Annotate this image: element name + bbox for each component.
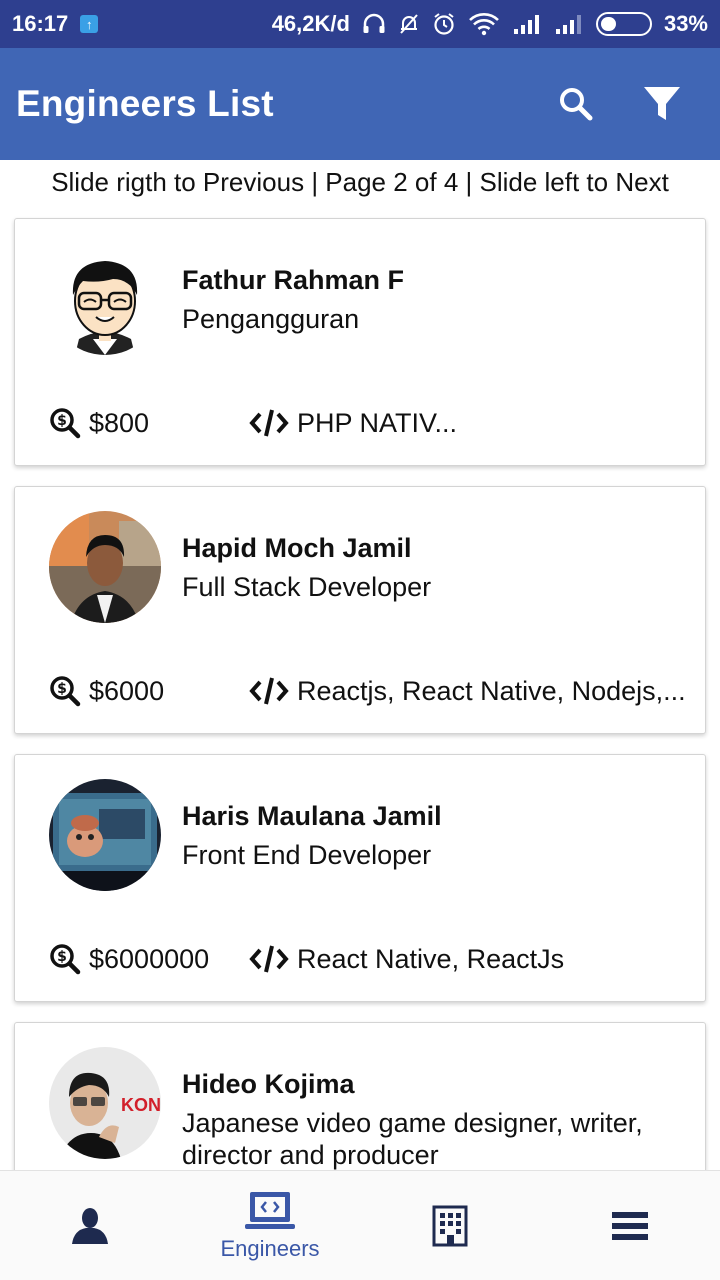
engineer-skills: Reactjs, React Native, Nodejs,... bbox=[297, 675, 686, 706]
engineer-meta: $ $800 PHP NATIV... bbox=[49, 407, 457, 439]
company-icon bbox=[432, 1205, 468, 1246]
battery-percent: 33% bbox=[663, 11, 708, 36]
signal-icon bbox=[512, 13, 542, 35]
search-icon bbox=[560, 88, 593, 121]
code-icon bbox=[249, 675, 289, 707]
search-button[interactable] bbox=[556, 84, 596, 124]
wifi-icon bbox=[468, 12, 500, 36]
engineer-skills: React Native, ReactJs bbox=[297, 943, 565, 974]
status-time: 16:17 bbox=[12, 11, 69, 36]
status-bar: 16:17 ↑ 46,2K/d 33% bbox=[0, 0, 720, 48]
salary-search-icon: $ bbox=[49, 407, 81, 439]
bottom-nav: Engineers bbox=[0, 1170, 720, 1280]
engineer-card[interactable]: Hapid Moch Jamil Full Stack Developer $ … bbox=[14, 486, 706, 734]
engineer-role: Front End Developer bbox=[182, 840, 432, 870]
engineer-role: Pengangguran bbox=[182, 304, 360, 334]
engineer-role: Japanese video game designer, writer, di… bbox=[182, 1108, 643, 1170]
engineer-card[interactable]: Haris Maulana Jamil Front End Developer … bbox=[14, 754, 706, 1002]
engineer-name: Hideo Kojima bbox=[182, 1069, 355, 1099]
menu-icon bbox=[612, 1211, 648, 1240]
avatar: KON bbox=[49, 1047, 161, 1159]
filter-button[interactable] bbox=[642, 84, 682, 124]
engineer-name: Hapid Moch Jamil bbox=[182, 533, 412, 563]
nav-profile[interactable] bbox=[0, 1171, 180, 1280]
filter-icon bbox=[644, 87, 680, 120]
page-title: Engineers List bbox=[16, 83, 274, 124]
engineer-salary: $6000 bbox=[89, 675, 165, 706]
network-speed: 46,2K/d bbox=[271, 11, 350, 36]
avatar bbox=[49, 511, 161, 623]
headphones-icon bbox=[362, 13, 386, 35]
svg-text:$: $ bbox=[57, 413, 67, 429]
engineer-salary: $6000000 bbox=[89, 943, 210, 974]
engineer-name: Haris Maulana Jamil bbox=[182, 801, 442, 831]
nav-menu[interactable] bbox=[540, 1171, 720, 1280]
engineer-role: Full Stack Developer bbox=[182, 572, 432, 602]
salary-search-icon: $ bbox=[49, 675, 81, 707]
nav-company[interactable] bbox=[360, 1171, 540, 1280]
profile-icon bbox=[72, 1207, 108, 1244]
salary-search-icon: $ bbox=[49, 943, 81, 975]
code-icon bbox=[249, 943, 289, 975]
engineer-salary: $800 bbox=[89, 407, 150, 438]
avatar bbox=[49, 779, 161, 891]
alarm-icon bbox=[432, 12, 456, 36]
engineer-card[interactable]: Fathur Rahman F Pengangguran $ $800 PHP … bbox=[14, 218, 706, 466]
svg-text:$: $ bbox=[57, 949, 67, 965]
nav-engineers-label: Engineers bbox=[220, 1235, 320, 1261]
engineer-meta: $ $6000 Reactjs, React Native, Nodejs,..… bbox=[49, 675, 686, 707]
upload-icon: ↑ bbox=[80, 15, 99, 33]
engineer-meta: $ $6000000 React Native, ReactJs bbox=[49, 943, 564, 975]
nav-engineers[interactable]: Engineers bbox=[180, 1171, 360, 1280]
engineer-name: Fathur Rahman F bbox=[182, 265, 405, 295]
pager-hint: Slide rigth to Previous | Page 2 of 4 | … bbox=[51, 166, 669, 197]
engineers-icon bbox=[245, 1191, 295, 1229]
engineer-skills: PHP NATIV... bbox=[297, 407, 458, 438]
signal-icon-2 bbox=[554, 13, 584, 35]
svg-text:KON: KON bbox=[121, 1095, 161, 1115]
battery-icon bbox=[595, 12, 652, 36]
code-icon bbox=[249, 407, 289, 439]
avatar bbox=[49, 243, 161, 355]
svg-text:$: $ bbox=[57, 681, 67, 697]
app-bar: Engineers List bbox=[0, 48, 720, 160]
mute-bell-icon bbox=[398, 13, 420, 35]
